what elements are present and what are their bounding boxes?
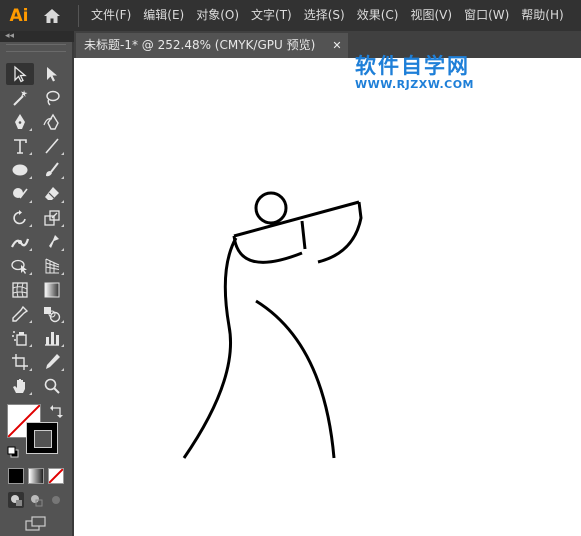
magic-wand-tool-icon[interactable] — [6, 87, 34, 109]
selection-tool-icon[interactable] — [6, 63, 34, 85]
shape-builder-tool-icon[interactable] — [6, 255, 34, 277]
document-tab[interactable]: 未标题-1* @ 252.48% (CMYK/GPU 预览) — [76, 33, 348, 58]
width-tool-icon[interactable] — [6, 231, 34, 253]
watermark-url: WWW.RJZXW.COM — [355, 78, 474, 91]
menu-file[interactable]: 文件(F) — [85, 0, 137, 31]
rotate-tool-icon[interactable] — [6, 207, 34, 229]
gradient-tool-icon[interactable] — [38, 279, 66, 301]
artboard-tool-icon[interactable] — [6, 351, 34, 373]
tools-panel — [0, 42, 74, 536]
puppet-warp-tool-icon[interactable] — [38, 231, 66, 253]
ellipse-tool-icon[interactable] — [6, 159, 34, 181]
stick-figure-drawing — [182, 191, 363, 459]
screen-mode-icon[interactable] — [24, 516, 48, 532]
swap-fill-stroke-icon[interactable] — [50, 404, 64, 418]
figure-head — [254, 191, 288, 225]
figure-arm-line — [233, 200, 360, 238]
menu-type[interactable]: 文字(T) — [245, 0, 298, 31]
gradient-mode-button[interactable] — [28, 468, 44, 484]
slice-tool-icon[interactable] — [38, 351, 66, 373]
color-mode-button[interactable] — [8, 468, 24, 484]
home-icon[interactable] — [40, 4, 64, 28]
collapse-panel-button[interactable]: ◂◂ — [0, 31, 74, 42]
mesh-tool-icon[interactable] — [6, 279, 34, 301]
hand-tool-icon[interactable] — [6, 375, 34, 397]
menu-select[interactable]: 选择(S) — [298, 0, 351, 31]
line-segment-tool-icon[interactable] — [38, 135, 66, 157]
paintbrush-tool-icon[interactable] — [38, 159, 66, 181]
draw-inside-icon[interactable] — [48, 492, 64, 508]
figure-left-leg — [182, 237, 238, 459]
blend-tool-icon[interactable] — [38, 303, 66, 325]
zoom-tool-icon[interactable] — [38, 375, 66, 397]
document-tab-title: 未标题-1* @ 252.48% (CMYK/GPU 预览) — [84, 38, 316, 52]
scale-tool-icon[interactable] — [38, 207, 66, 229]
watermark-title: 软件自学网 — [355, 54, 470, 78]
direct-selection-tool-icon[interactable] — [38, 63, 66, 85]
eyedropper-tool-icon[interactable] — [6, 303, 34, 325]
menu-view[interactable]: 视图(V) — [404, 0, 458, 31]
shaper-tool-icon[interactable] — [6, 183, 34, 205]
menu-separator — [78, 4, 79, 27]
curvature-tool-icon[interactable] — [38, 111, 66, 133]
artboard-canvas[interactable] — [74, 58, 581, 536]
figure-back-curve — [232, 235, 303, 264]
draw-behind-icon[interactable] — [28, 492, 44, 508]
lasso-tool-icon[interactable] — [38, 87, 66, 109]
pen-tool-icon[interactable] — [6, 111, 34, 133]
menu-window[interactable]: 窗口(W) — [458, 0, 515, 31]
menu-bar: Ai 文件(F) 编辑(E) 对象(O) 文字(T) 选择(S) 效果(C) 视… — [0, 0, 581, 31]
menu-help[interactable]: 帮助(H) — [515, 0, 569, 31]
stroke-swatch[interactable] — [26, 422, 58, 454]
eraser-tool-icon[interactable] — [38, 183, 66, 205]
draw-normal-icon[interactable] — [8, 492, 24, 508]
column-graph-tool-icon[interactable] — [38, 327, 66, 349]
default-fill-stroke-icon[interactable] — [7, 446, 19, 458]
toolbar-grip[interactable] — [6, 44, 66, 52]
symbol-sprayer-tool-icon[interactable] — [6, 327, 34, 349]
none-mode-button[interactable] — [48, 468, 64, 484]
close-tab-icon[interactable]: ✕ — [330, 33, 344, 58]
type-tool-icon[interactable] — [6, 135, 34, 157]
menu-edit[interactable]: 编辑(E) — [137, 0, 190, 31]
app-logo: Ai — [9, 5, 29, 26]
menu-object[interactable]: 对象(O) — [190, 0, 245, 31]
figure-right-leg — [255, 299, 336, 459]
perspective-grid-tool-icon[interactable] — [38, 255, 66, 277]
menu-effect[interactable]: 效果(C) — [351, 0, 405, 31]
